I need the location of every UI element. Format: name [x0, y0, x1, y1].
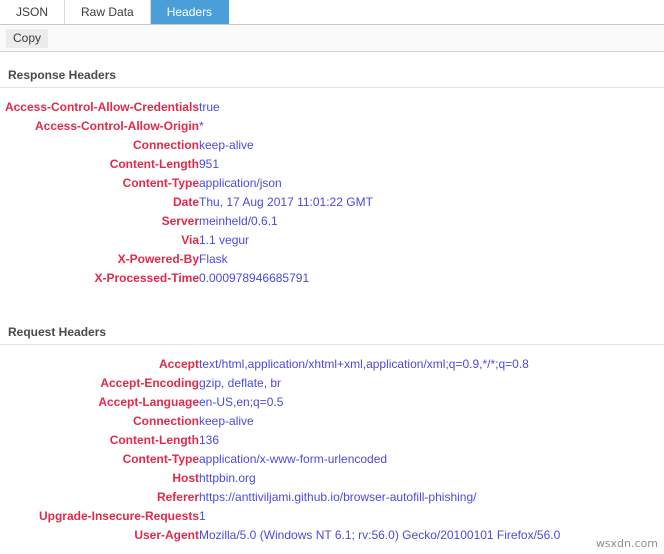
header-name: Content-Type: [122, 176, 199, 190]
header-name: Access-Control-Allow-Credentials: [4, 100, 199, 114]
header-value[interactable]: application/x-www-form-urlencoded: [199, 450, 664, 469]
header-value[interactable]: https://anttiviljami.github.io/browser-a…: [199, 488, 664, 507]
header-row[interactable]: User-Agent Mozilla/5.0 (Windows NT 6.1; r…: [0, 526, 664, 545]
header-name: Upgrade-Insecure-Requests: [38, 509, 199, 523]
section-divider: [0, 87, 664, 88]
copy-button[interactable]: Copy: [6, 28, 49, 48]
header-value[interactable]: gzip, deflate, br: [199, 374, 664, 393]
header-row[interactable]: Server meinheld/0.6.1: [0, 212, 664, 231]
header-value[interactable]: Flask: [199, 250, 664, 269]
header-row[interactable]: Content-Type application/json: [0, 174, 664, 193]
section-response-headers: Response Headers Access-Control-Allow-Cre…: [0, 68, 664, 288]
watermark: wsxdn.com: [595, 537, 658, 550]
header-name: Accept-Encoding: [100, 376, 199, 390]
header-name: X-Powered-By: [117, 252, 199, 266]
header-value[interactable]: 136: [199, 431, 664, 450]
header-value[interactable]: Mozilla/5.0 (Windows NT 6.1; rv:56.0) Ge…: [199, 526, 664, 545]
tab-bar: JSON Raw Data Headers: [0, 0, 664, 25]
header-name: Connection: [133, 414, 199, 428]
header-value[interactable]: text/html,application/xhtml+xml,applicat…: [199, 355, 664, 374]
header-row[interactable]: Access-Control-Allow-Credentials true: [0, 98, 664, 117]
header-value[interactable]: 1.1 vegur: [199, 231, 664, 250]
tab-raw-data[interactable]: Raw Data: [65, 0, 151, 24]
header-value[interactable]: application/json: [199, 174, 664, 193]
section-title: Request Headers: [8, 325, 107, 339]
header-row[interactable]: Accept-Encoding gzip, deflate, br: [0, 374, 664, 393]
header-row[interactable]: Via 1.1 vegur: [0, 231, 664, 250]
header-row[interactable]: X-Processed-Time 0.000978946685791: [0, 269, 664, 288]
header-row[interactable]: Date Thu, 17 Aug 2017 11:01:22 GMT: [0, 193, 664, 212]
header-row[interactable]: Content-Length 951: [0, 155, 664, 174]
section-divider: [0, 344, 664, 345]
section-request-headers: Request Headers Accept text/html,applicati…: [0, 325, 664, 545]
header-row[interactable]: Upgrade-Insecure-Requests 1: [0, 507, 664, 526]
header-name: Referer: [156, 490, 199, 504]
header-value[interactable]: true: [199, 98, 664, 117]
header-name: User-Agent: [134, 528, 199, 542]
tab-headers[interactable]: Headers: [150, 0, 230, 24]
header-value[interactable]: 1: [199, 507, 664, 526]
header-name: Date: [172, 195, 199, 209]
header-name: Access-Control-Allow-Origin: [34, 119, 199, 133]
headers-table: Access-Control-Allow-Credentials true Acce…: [0, 98, 664, 288]
header-value[interactable]: 951: [199, 155, 664, 174]
header-value[interactable]: 0.000978946685791: [199, 269, 664, 288]
header-value[interactable]: Thu, 17 Aug 2017 11:01:22 GMT: [199, 193, 664, 212]
header-row[interactable]: Content-Type application/x-www-form-urlen…: [0, 450, 664, 469]
header-value[interactable]: en-US,en;q=0.5: [199, 393, 664, 412]
header-name: Accept-Language: [98, 395, 199, 409]
header-name: Server: [161, 214, 199, 228]
header-name: Content-Type: [122, 452, 199, 466]
header-row[interactable]: Access-Control-Allow-Origin *: [0, 117, 664, 136]
header-row[interactable]: Host httpbin.org: [0, 469, 664, 488]
tab-json[interactable]: JSON: [0, 0, 66, 24]
header-row[interactable]: Connection keep-alive: [0, 412, 664, 431]
toolbar: Copy: [0, 25, 664, 52]
header-value[interactable]: keep-alive: [199, 136, 664, 155]
headers-content: Response Headers Access-Control-Allow-Cre…: [0, 52, 664, 545]
header-name: Connection: [133, 138, 199, 152]
header-value[interactable]: httpbin.org: [199, 469, 664, 488]
header-name: Accept: [158, 357, 199, 371]
header-name: Via: [181, 233, 199, 247]
header-name: Content-Length: [109, 157, 199, 171]
header-value[interactable]: *: [199, 117, 664, 136]
header-name: X-Processed-Time: [94, 271, 200, 285]
headers-table: Accept text/html,application/xhtml+xml,ap…: [0, 355, 664, 545]
header-value[interactable]: keep-alive: [199, 412, 664, 431]
header-name: Content-Length: [109, 433, 199, 447]
header-row[interactable]: Connection keep-alive: [0, 136, 664, 155]
header-row[interactable]: Accept-Language en-US,en;q=0.5: [0, 393, 664, 412]
header-name: Host: [172, 471, 199, 485]
section-title: Response Headers: [8, 68, 117, 82]
header-row[interactable]: Referer https://anttiviljami.github.io/br…: [0, 488, 664, 507]
header-row[interactable]: Accept text/html,application/xhtml+xml,ap…: [0, 355, 664, 374]
header-row[interactable]: X-Powered-By Flask: [0, 250, 664, 269]
header-row[interactable]: Content-Length 136: [0, 431, 664, 450]
header-value[interactable]: meinheld/0.6.1: [199, 212, 664, 231]
